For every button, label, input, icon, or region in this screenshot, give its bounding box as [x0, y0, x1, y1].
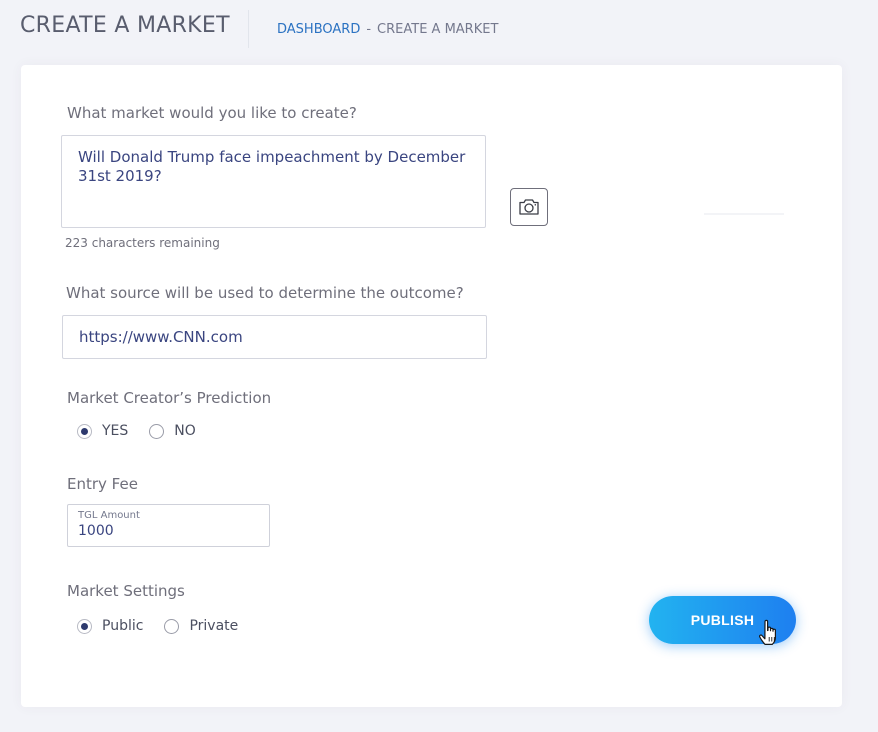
prediction-no-radio[interactable] — [149, 423, 165, 439]
settings-public-option[interactable]: Public — [77, 618, 143, 634]
title-divider — [248, 10, 249, 48]
settings-label: Market Settings — [67, 582, 185, 600]
prediction-radio-group: YES NO — [77, 423, 217, 439]
entry-fee-field-label: TGL Amount — [78, 510, 140, 521]
prediction-no-option[interactable]: NO — [149, 423, 196, 439]
breadcrumb-separator: - — [366, 22, 372, 37]
entry-fee-label: Entry Fee — [67, 475, 138, 493]
prediction-yes-label: YES — [102, 423, 129, 439]
prediction-no-label: NO — [174, 423, 196, 439]
settings-private-option[interactable]: Private — [164, 618, 238, 634]
prediction-yes-option[interactable]: YES — [77, 423, 128, 439]
settings-radio-group: Public Private — [77, 618, 259, 634]
settings-public-label: Public — [102, 618, 144, 634]
camera-upload-button[interactable] — [510, 188, 548, 226]
question-label: What market would you like to create? — [67, 104, 357, 122]
source-url-input[interactable]: https://www.CNN.com — [62, 315, 487, 359]
breadcrumb-dashboard-link[interactable]: DASHBOARD — [277, 22, 360, 37]
prediction-label: Market Creator’s Prediction — [67, 389, 272, 407]
camera-icon — [519, 199, 539, 215]
breadcrumb: DASHBOARD - CREATE A MARKET — [277, 22, 498, 37]
entry-fee-value: 1000 — [78, 523, 114, 539]
page-title: CREATE A MARKET — [20, 13, 230, 38]
prediction-yes-radio[interactable] — [77, 423, 92, 439]
entry-fee-input[interactable]: TGL Amount 1000 — [67, 504, 270, 547]
characters-remaining: 223 characters remaining — [65, 236, 220, 250]
market-question-textarea[interactable]: Will Donald Trump face impeachment by De… — [61, 135, 486, 228]
create-market-card: What market would you like to create? Wi… — [21, 65, 842, 707]
hand-pointer-icon — [759, 619, 776, 645]
settings-private-label: Private — [189, 618, 239, 634]
divider — [704, 213, 784, 215]
settings-public-radio[interactable] — [77, 618, 92, 634]
breadcrumb-current: CREATE A MARKET — [377, 22, 499, 37]
source-label: What source will be used to determine th… — [66, 284, 464, 302]
settings-private-radio[interactable] — [164, 618, 180, 634]
